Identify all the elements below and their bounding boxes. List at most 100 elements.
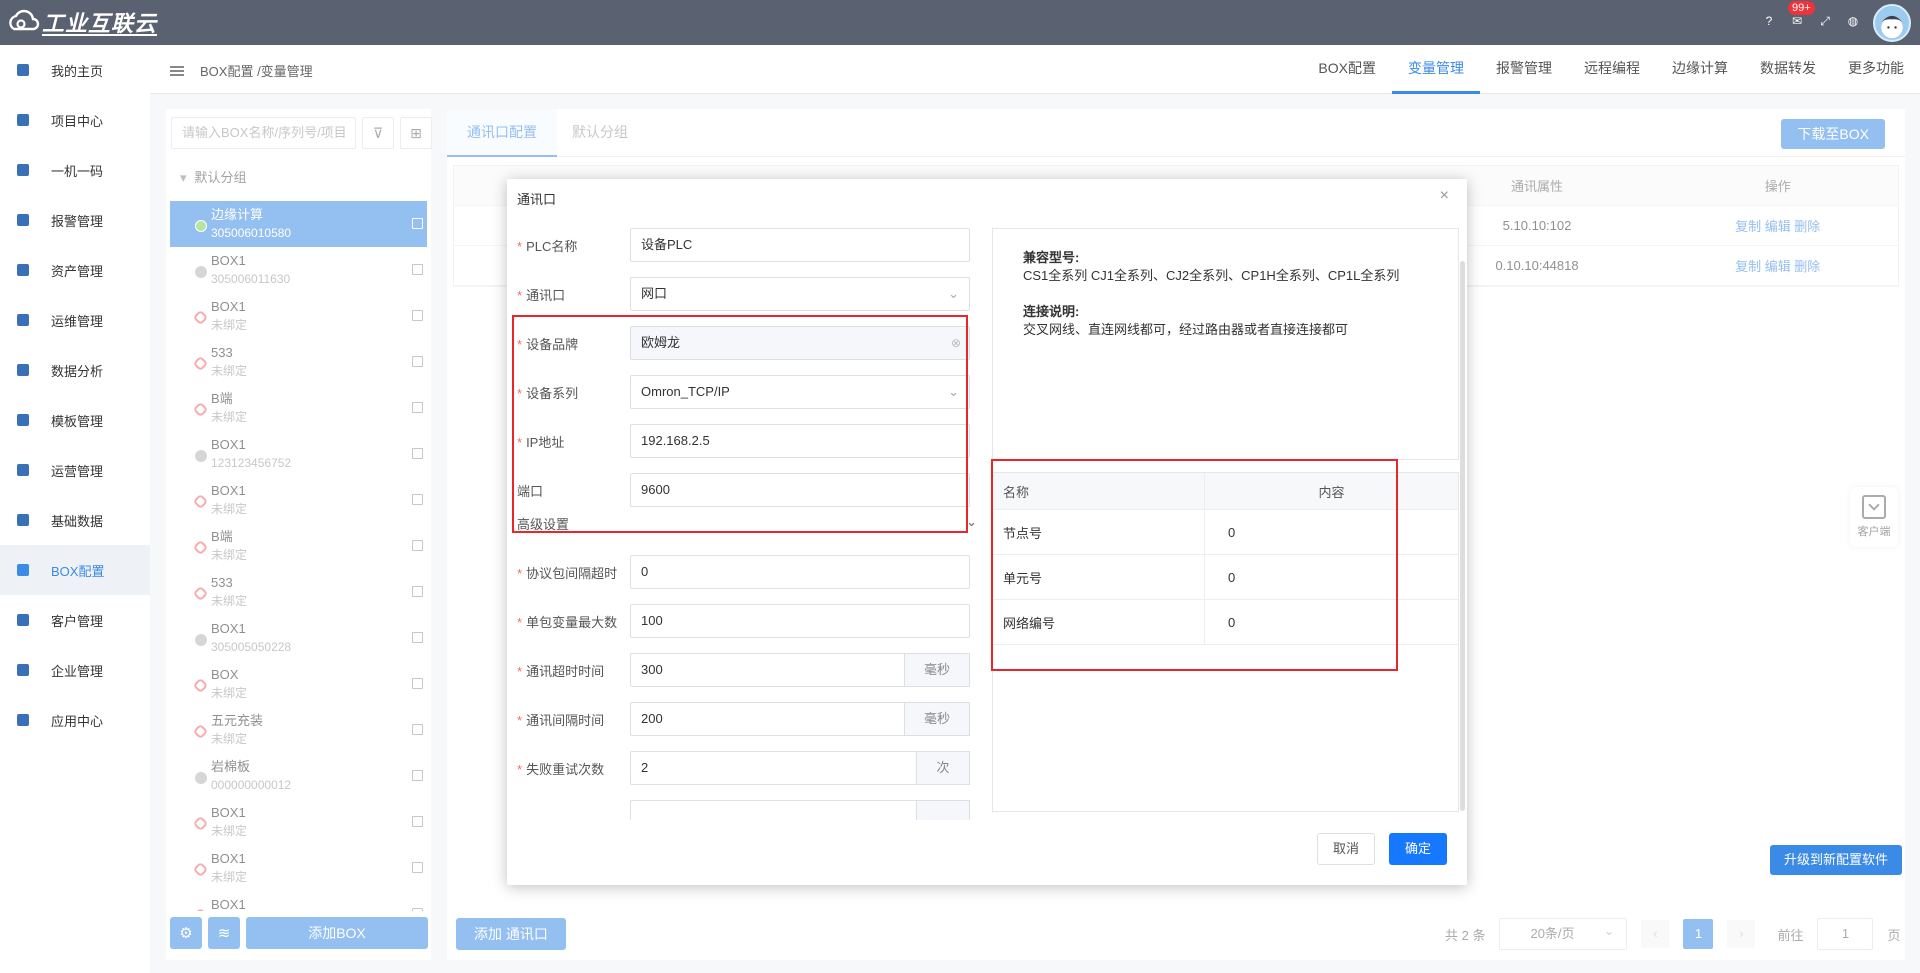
cancel-button[interactable]: 取消 [1317, 833, 1375, 865]
sidebar-item-label: 客户管理 [51, 613, 104, 629]
sidebar-item-label: 应用中心 [51, 713, 104, 729]
chart-icon [17, 364, 29, 376]
fullscreen-icon[interactable]: ⤢ [1818, 14, 1832, 28]
plc-name-label: PLC名称 [526, 238, 578, 254]
side-nav: 我的主页项目中心一机一码报警管理资产管理运维管理数据分析模板管理运营管理基础数据… [0, 45, 150, 973]
sidebar-item-1[interactable]: 项目中心 [0, 95, 150, 145]
clear-icon[interactable]: ⊗ [951, 327, 961, 359]
chevron-down-icon: ⌄ [948, 286, 959, 301]
sidebar-item-11[interactable]: 客户管理 [0, 595, 150, 645]
compat-title: 兼容型号: [1023, 250, 1080, 265]
sidebar-item-label: 项目中心 [51, 113, 104, 129]
connection-title: 连接说明: [1023, 304, 1080, 319]
wrench-icon [17, 314, 29, 326]
tab-5[interactable]: 数据转发 [1744, 45, 1832, 94]
asset-icon [17, 264, 29, 276]
net-port-label: 端口 [517, 483, 544, 499]
connection-desc: 交叉网线、直连网线都可，经过路由器或者直接连接都可 [1023, 322, 1349, 337]
tab-1[interactable]: 变量管理 [1392, 45, 1480, 94]
cloud-logo-icon [9, 9, 40, 31]
sidebar-item-6[interactable]: 数据分析 [0, 345, 150, 395]
sidebar-item-label: 数据分析 [51, 363, 104, 379]
chevron-down-icon: ⌄ [966, 514, 977, 529]
logo-text: 工业互联云 [42, 11, 158, 36]
template-icon [17, 414, 29, 426]
confirm-button[interactable]: 确定 [1389, 833, 1447, 865]
dialog-title: 通讯口 [517, 192, 557, 207]
param-name: 网络编号 [993, 600, 1205, 644]
enterprise-icon [17, 664, 29, 676]
max-vars-input[interactable]: 100 [630, 604, 970, 638]
sidebar-item-label: 资产管理 [51, 263, 104, 279]
pkt-timeout-label: 协议包间隔超时 [526, 565, 618, 581]
data-icon [17, 514, 29, 526]
mail-icon[interactable]: ✉ 99+ [1788, 1, 1815, 28]
pkt-timeout-input[interactable]: 0 [630, 555, 970, 589]
unit-ms: 毫秒 [905, 653, 970, 687]
box-icon [17, 564, 29, 576]
comm-interval-input[interactable]: 200 [630, 702, 905, 736]
sidebar-item-label: 一机一码 [51, 163, 104, 179]
sidebar-item-5[interactable]: 运维管理 [0, 295, 150, 345]
retries-input[interactable]: 2 [630, 751, 917, 785]
tab-2[interactable]: 报警管理 [1480, 45, 1568, 94]
sidebar-item-13[interactable]: 应用中心 [0, 695, 150, 745]
help-icon[interactable]: ? [1762, 14, 1776, 28]
param-name: 节点号 [993, 510, 1205, 554]
param-value[interactable]: 0 [1205, 525, 1458, 540]
table-row: 网络编号 0 [993, 600, 1458, 645]
sidebar-item-7[interactable]: 模板管理 [0, 395, 150, 445]
param-table: 名称 内容 节点号 0 单元号 0 网络编号 0 [992, 472, 1459, 812]
sidebar-item-3[interactable]: 报警管理 [0, 195, 150, 245]
comm-port-select[interactable]: 网口 ⌄ [630, 277, 970, 311]
retries-label: 失败重试次数 [526, 761, 605, 777]
home-icon [17, 64, 29, 76]
comm-port-label: 通讯口 [526, 287, 566, 303]
param-name: 单元号 [993, 555, 1205, 599]
project-icon [17, 114, 29, 126]
sidebar-item-label: 运营管理 [51, 463, 104, 479]
param-value[interactable]: 0 [1205, 570, 1458, 585]
series-select[interactable]: Omron_TCP/IP ⌄ [630, 375, 970, 409]
comm-port-dialog: 通讯口 × * PLC名称 设备PLC * 通讯口 网口 ⌄ * 设备品牌 欧姆龙 ⊗ *… [507, 179, 1467, 885]
param-header-name: 名称 [993, 473, 1205, 509]
dialog-scrollbar[interactable] [1460, 261, 1465, 811]
app-logo[interactable]: 工业互联云 [6, 8, 157, 36]
upgrade-config-software-button[interactable]: 升级到新配置软件 [1770, 845, 1903, 875]
param-value[interactable]: 0 [1205, 615, 1458, 630]
tab-0[interactable]: BOX配置 [1302, 45, 1392, 94]
close-icon[interactable]: × [1440, 187, 1449, 205]
unit-ms: 毫秒 [905, 702, 970, 736]
sidebar-item-10[interactable]: BOX配置 [0, 545, 150, 595]
sidebar-item-8[interactable]: 运营管理 [0, 445, 150, 495]
net-port-input[interactable]: 9600 [630, 473, 970, 507]
breadcrumb: BOX配置 /变量管理 [170, 61, 313, 80]
advanced-settings-toggle[interactable]: 高级设置 ⌄ [517, 514, 977, 533]
globe-icon[interactable]: ◍ [1846, 14, 1860, 28]
compat-models: CS1全系列 CJ1全系列、CJ2全系列、CP1H全系列、CP1L全系列 [1023, 268, 1400, 283]
comm-timeout-label: 通讯超时时间 [526, 663, 605, 679]
param-header-value: 内容 [1318, 484, 1345, 500]
main-header: BOX配置 /变量管理 BOX配置 变量管理 报警管理 远程编程 边缘计算 数据转发 更多功… [150, 45, 1920, 94]
qrcode-icon [17, 164, 29, 176]
sidebar-item-2[interactable]: 一机一码 [0, 145, 150, 195]
tab-4[interactable]: 边缘计算 [1656, 45, 1744, 94]
menu-toggle-icon[interactable] [170, 65, 184, 76]
chevron-down-icon: ⌄ [948, 384, 959, 399]
sidebar-item-label: 企业管理 [51, 663, 104, 679]
brand-input[interactable]: 欧姆龙 ⊗ [630, 326, 970, 360]
apps-icon [17, 714, 29, 726]
user-avatar[interactable] [1873, 4, 1911, 42]
plc-name-input[interactable]: 设备PLC [630, 228, 970, 262]
tab-6[interactable]: 更多功能 [1832, 45, 1920, 94]
sidebar-item-9[interactable]: 基础数据 [0, 495, 150, 545]
more-input[interactable] [630, 800, 917, 820]
comm-timeout-input[interactable]: 300 [630, 653, 905, 687]
ip-address-input[interactable]: 192.168.2.5 [630, 424, 970, 458]
tab-3[interactable]: 远程编程 [1568, 45, 1656, 94]
sidebar-item-4[interactable]: 资产管理 [0, 245, 150, 295]
sidebar-item-12[interactable]: 企业管理 [0, 645, 150, 695]
sidebar-item-0[interactable]: 我的主页 [0, 45, 150, 95]
top-tabs: BOX配置 变量管理 报警管理 远程编程 边缘计算 数据转发 更多功能 [1302, 45, 1920, 94]
sidebar-item-label: 报警管理 [51, 213, 104, 229]
